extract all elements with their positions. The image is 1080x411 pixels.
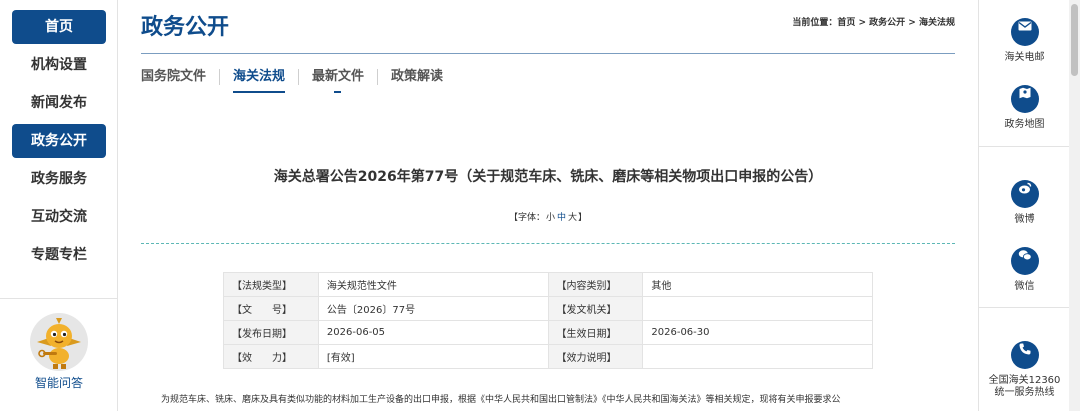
mascot-icon xyxy=(30,313,88,371)
tab-policy-interpretation[interactable]: 政策解读 xyxy=(377,69,456,85)
breadcrumb-home[interactable]: 首页 xyxy=(837,18,855,28)
rail-divider xyxy=(979,146,1070,147)
meta-value xyxy=(642,296,873,321)
nav-list: 首页 机构设置 新闻发布 政务公开 政务服务 互动交流 专题专栏 xyxy=(0,0,117,272)
section-tabs: 国务院文件 海关法规 最新文件 政策解读 xyxy=(141,69,456,95)
nav-item-interaction[interactable]: 互动交流 xyxy=(12,200,106,234)
meta-value: 海关规范性文件 xyxy=(317,272,549,297)
smart-qa-button[interactable]: 智能问答 xyxy=(0,312,118,391)
breadcrumb-sep: > xyxy=(905,18,919,28)
table-row: 【文 号】 公告〔2026〕77号 【发文机关】 xyxy=(223,296,873,321)
article-body: 为规范车床、铣床、磨床及具有类似功能的材料加工生产设备的出口申报，根据《中华人民… xyxy=(161,395,841,405)
weibo-icon xyxy=(1010,180,1039,208)
title-divider xyxy=(141,53,955,54)
meta-label: 【发布日期】 xyxy=(223,320,319,345)
rail-label: 政务地图 xyxy=(1004,119,1045,130)
nav-item-home[interactable]: 首页 xyxy=(12,10,106,44)
smart-qa-label: 智能问答 xyxy=(34,376,83,390)
font-size-small[interactable]: 小 xyxy=(546,213,555,223)
rail-item-weibo[interactable]: 微博 xyxy=(979,174,1070,226)
breadcrumb-current[interactable]: 海关法规 xyxy=(919,18,955,28)
metadata-table: 【法规类型】 海关规范性文件 【内容类别】 其他 【文 号】 公告〔2026〕7… xyxy=(223,272,873,369)
wechat-icon xyxy=(1010,247,1039,275)
right-rail: 海关电邮 政务地图 微博 微信 全国海关12360统一服务热线 xyxy=(978,0,1070,411)
table-row: 【法规类型】 海关规范性文件 【内容类别】 其他 xyxy=(223,272,873,297)
rail-item-hotline[interactable]: 全国海关12360统一服务热线 xyxy=(979,335,1070,399)
meta-label: 【发文机关】 xyxy=(547,296,644,321)
nav-item-organization[interactable]: 机构设置 xyxy=(12,48,106,82)
meta-label: 【内容类别】 xyxy=(547,272,644,297)
meta-label: 【生效日期】 xyxy=(547,320,644,345)
rail-label: 全国海关12360统一服务热线 xyxy=(988,375,1061,398)
rail-label: 海关电邮 xyxy=(1004,52,1045,63)
meta-label: 【效力说明】 xyxy=(547,344,644,369)
page-scrollbar[interactable] xyxy=(1069,0,1080,411)
meta-value: 2026-06-30 xyxy=(642,320,873,345)
meta-value: 其他 xyxy=(642,272,873,297)
rail-item-wechat[interactable]: 微信 xyxy=(979,241,1070,293)
meta-label: 【法规类型】 xyxy=(223,272,319,297)
breadcrumb: 当前位置：首页 > 政务公开 > 海关法规 xyxy=(792,15,955,28)
page-title: 政务公开 xyxy=(141,14,230,40)
mail-icon xyxy=(1010,18,1039,46)
font-size-control: 【字体：小中大】 xyxy=(141,210,955,223)
font-size-suffix: 】 xyxy=(578,213,588,223)
table-row: 【效 力】 [有效] 【效力说明】 xyxy=(223,344,873,369)
meta-value xyxy=(642,344,873,369)
rail-item-email[interactable]: 海关电邮 xyxy=(979,12,1070,64)
phone-icon xyxy=(1010,341,1039,369)
tab-customs-regulations[interactable]: 海关法规 xyxy=(219,69,298,93)
font-size-medium[interactable]: 中 xyxy=(557,213,566,223)
tab-latest-documents[interactable]: 最新文件 xyxy=(298,69,377,93)
article-divider xyxy=(141,243,955,244)
meta-value: 公告〔2026〕77号 xyxy=(317,296,549,321)
table-row: 【发布日期】 2026-06-05 【生效日期】 2026-06-30 xyxy=(223,320,873,345)
nav-divider xyxy=(0,298,118,299)
rail-divider xyxy=(979,307,1070,308)
breadcrumb-prefix: 当前位置： xyxy=(792,18,838,28)
rail-item-map[interactable]: 政务地图 xyxy=(979,79,1070,131)
left-nav: 首页 机构设置 新闻发布 政务公开 政务服务 互动交流 专题专栏 智能问答 xyxy=(0,0,118,411)
nav-item-services[interactable]: 政务服务 xyxy=(12,162,106,196)
font-size-large[interactable]: 大 xyxy=(568,213,577,223)
meta-label: 【效 力】 xyxy=(223,344,319,369)
breadcrumb-section[interactable]: 政务公开 xyxy=(869,18,905,28)
scrollbar-thumb[interactable] xyxy=(1071,4,1078,76)
article-title: 海关总署公告2026年第77号（关于规范车床、铣床、磨床等相关物项出口申报的公告… xyxy=(273,169,823,185)
nav-item-news[interactable]: 新闻发布 xyxy=(12,86,106,120)
tab-state-council-documents[interactable]: 国务院文件 xyxy=(141,69,219,85)
rail-label: 微博 xyxy=(1014,214,1035,225)
meta-label: 【文 号】 xyxy=(223,296,319,321)
meta-value: [有效] xyxy=(317,344,549,369)
page: 首页 机构设置 新闻发布 政务公开 政务服务 互动交流 专题专栏 智能问答 政务… xyxy=(0,0,1080,411)
map-icon xyxy=(1010,85,1039,113)
meta-value: 2026-06-05 xyxy=(317,320,549,345)
main-content: 政务公开 当前位置：首页 > 政务公开 > 海关法规 国务院文件 海关法规 最新… xyxy=(118,0,978,411)
breadcrumb-sep: > xyxy=(855,18,870,28)
nav-item-government-affairs[interactable]: 政务公开 xyxy=(12,124,106,158)
rail-label: 微信 xyxy=(1014,281,1035,292)
nav-item-topics[interactable]: 专题专栏 xyxy=(12,238,106,272)
font-size-prefix: 【字体： xyxy=(508,213,545,223)
